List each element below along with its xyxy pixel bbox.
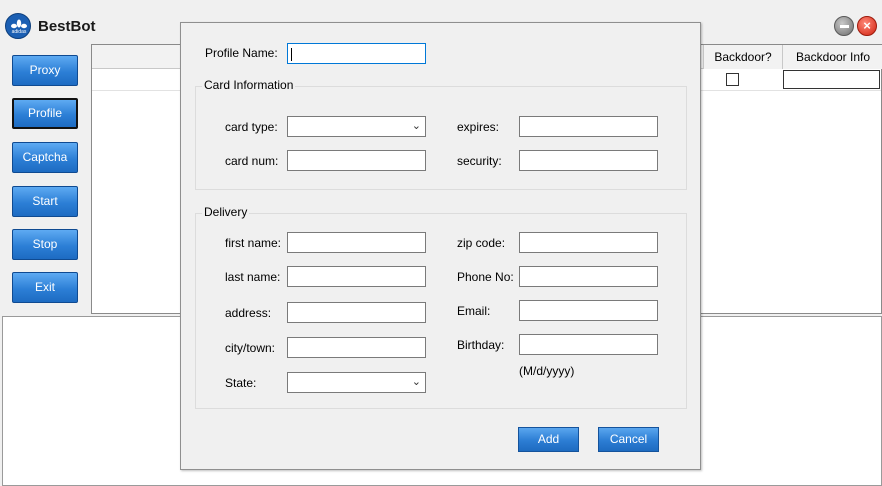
first-name-label: first name: [225,236,282,250]
logo-text: adidas [11,29,27,35]
email-label: Email: [457,304,491,318]
card-type-label: card type: [225,120,278,134]
app-title: BestBot [38,18,96,35]
card-information-group: Card Information [195,78,687,190]
cancel-button[interactable]: Cancel [598,427,659,452]
security-label: security: [457,154,502,168]
backdoor-info-input[interactable] [783,70,880,89]
expires-label: expires: [457,120,500,134]
first-name-input[interactable] [287,232,426,253]
last-name-label: last name: [225,270,281,284]
zip-code-input[interactable] [519,232,658,253]
app-logo-icon: adidas [5,13,31,39]
backdoor-checkbox[interactable] [726,73,739,86]
add-button[interactable]: Add [518,427,579,452]
birthday-format-hint: (M/d/yyyy) [519,364,575,378]
minimize-button[interactable] [834,16,854,36]
column-header-backdoor[interactable]: Backdoor? [703,45,782,69]
trefoil-icon [11,19,27,29]
state-label: State: [225,376,257,390]
text-caret [291,48,292,61]
birthday-input[interactable] [519,334,658,355]
captcha-button[interactable]: Captcha [12,142,78,173]
birthday-label: Birthday: [457,338,505,352]
city-input[interactable] [287,337,426,358]
city-label: city/town: [225,341,276,355]
state-select[interactable]: ⌄ [287,372,426,393]
start-button[interactable]: Start [12,186,78,217]
profile-dialog: Profile Name: Card Information card type… [180,22,701,470]
security-input[interactable] [519,150,658,171]
phone-label: Phone No: [457,270,514,284]
address-input[interactable] [287,302,426,323]
profile-name-input[interactable] [287,43,426,64]
chevron-down-icon: ⌄ [411,120,421,132]
address-label: address: [225,306,272,320]
stop-button[interactable]: Stop [12,229,78,260]
proxy-button[interactable]: Proxy [12,55,78,86]
exit-button[interactable]: Exit [12,272,78,303]
chevron-down-icon: ⌄ [411,376,421,388]
email-input[interactable] [519,300,658,321]
expires-input[interactable] [519,116,658,137]
card-num-input[interactable] [287,150,426,171]
delivery-title: Delivery [202,205,250,219]
zip-code-label: zip code: [457,236,506,250]
profile-name-label: Profile Name: [205,46,278,60]
card-information-title: Card Information [202,78,296,92]
card-num-label: card num: [225,154,279,168]
profile-button[interactable]: Profile [12,98,78,129]
card-type-select[interactable]: ⌄ [287,116,426,137]
column-header-backdoor-info[interactable]: Backdoor Info [782,45,882,69]
last-name-input[interactable] [287,266,426,287]
close-button[interactable]: × [857,16,877,36]
phone-input[interactable] [519,266,658,287]
